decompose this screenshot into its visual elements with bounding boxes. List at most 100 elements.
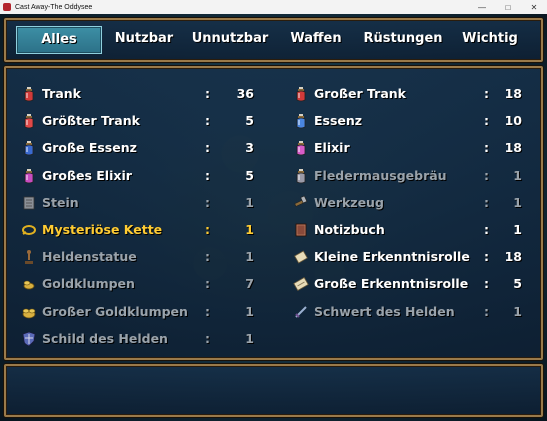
item-quantity: 1 (245, 249, 254, 265)
item-name: Trank (42, 86, 81, 101)
inventory-item[interactable]: Kleine Erkenntnisrolle:18 (293, 247, 543, 267)
item-colon: : (205, 303, 210, 319)
item-name: Großes Elixir (42, 167, 132, 183)
inventory-item[interactable]: Schild des Helden: 1 (21, 329, 271, 349)
inventory-item[interactable]: Trank: 36 (21, 84, 271, 104)
item-name: Notizbuch (314, 222, 385, 237)
small-scroll-icon (293, 249, 309, 265)
item-colon: : (484, 222, 489, 237)
gold-nugget-icon (21, 276, 37, 292)
tab-nutzbar[interactable]: Nutzbar (109, 26, 179, 52)
inventory-item[interactable]: Große Erkenntnisrolle: 5 (293, 274, 543, 294)
item-colon: : (484, 140, 489, 156)
item-quantity: 5 (245, 167, 254, 183)
inventory-item[interactable]: Große Essenz: 3 (21, 138, 271, 158)
item-quantity: 1 (513, 303, 522, 319)
inventory-item[interactable]: Großes Elixir: 5 (21, 166, 271, 186)
maximize-icon[interactable]: □ (495, 0, 521, 14)
item-colon: : (205, 167, 210, 183)
inventory-item[interactable]: Goldklumpen: 7 (21, 274, 271, 294)
tab-alles[interactable]: Alles (16, 26, 102, 54)
item-name: Mysteriöse Kette (42, 222, 163, 237)
item-colon: : (484, 276, 489, 292)
item-colon: : (205, 194, 210, 210)
item-colon: : (484, 167, 489, 183)
item-quantity: 1 (245, 303, 254, 319)
item-name: Stein (42, 194, 79, 210)
inventory-item[interactable]: Mysteriöse Kette: 1 (21, 220, 271, 240)
item-quantity: 3 (245, 140, 254, 156)
item-colon: : (484, 249, 489, 265)
large-essence-icon (21, 140, 37, 156)
inventory-item[interactable]: Heldenstatue: 1 (21, 247, 271, 267)
item-colon: : (205, 140, 210, 156)
large-scroll-icon (293, 276, 309, 292)
inventory-item[interactable]: Schwert des Helden: 1 (293, 302, 543, 322)
chain-icon (21, 222, 37, 238)
item-name: Großer Goldklumpen (42, 303, 188, 319)
greatest-potion-icon (21, 113, 37, 129)
item-quantity: 1 (513, 167, 522, 183)
inventory-item[interactable]: Größter Trank: 5 (21, 111, 271, 131)
item-name: Schwert des Helden (314, 303, 455, 319)
item-quantity: 1 (245, 222, 254, 237)
stone-tablet-icon (21, 195, 37, 211)
tab-waffen[interactable]: Waffen (282, 26, 350, 52)
help-window (4, 364, 543, 417)
item-colon: : (484, 303, 489, 319)
item-colon: : (205, 222, 210, 237)
item-quantity: 18 (504, 140, 522, 156)
tab-unnutzbar[interactable]: Unnutzbar (187, 26, 273, 52)
item-name: Großer Trank (314, 86, 406, 101)
inventory-item[interactable]: Notizbuch: 1 (293, 220, 543, 240)
item-quantity: 5 (513, 276, 522, 292)
notebook-icon (293, 222, 309, 238)
pink-elixir-icon (293, 140, 309, 156)
large-gold-nugget-icon (21, 304, 37, 320)
shield-icon (21, 331, 37, 347)
item-colon: : (205, 330, 210, 346)
item-name: Elixir (314, 140, 350, 156)
item-quantity: 5 (245, 113, 254, 129)
tab-wichtig[interactable]: Wichtig (455, 26, 525, 52)
blue-essence-icon (293, 113, 309, 129)
tool-icon (293, 195, 309, 211)
tab-ruestungen[interactable]: Rüstungen (358, 26, 448, 52)
item-colon: : (205, 249, 210, 265)
sword-icon (293, 304, 309, 320)
bat-brew-icon (293, 168, 309, 184)
item-name: Große Essenz (42, 140, 137, 156)
inventory-item[interactable]: Fledermausgebräu: 1 (293, 166, 543, 186)
item-name: Größter Trank (42, 113, 140, 129)
item-quantity: 10 (504, 113, 522, 129)
item-quantity: 1 (513, 222, 522, 237)
inventory-item[interactable]: Großer Trank:18 (293, 84, 543, 104)
inventory-item[interactable]: Großer Goldklumpen: 1 (21, 302, 271, 322)
inventory-item[interactable]: Stein: 1 (21, 193, 271, 213)
inventory-item[interactable]: Essenz:10 (293, 111, 543, 131)
item-name: Essenz (314, 113, 363, 129)
item-quantity: 36 (236, 86, 254, 101)
item-name: Fledermausgebräu (314, 167, 447, 183)
item-name: Werkzeug (314, 194, 384, 210)
large-red-potion-icon (293, 86, 309, 102)
close-icon[interactable]: ✕ (521, 0, 547, 14)
item-quantity: 18 (504, 249, 522, 265)
item-colon: : (484, 194, 489, 210)
minimize-icon[interactable]: — (469, 0, 495, 14)
item-list-panel: Trank:36 Großer Trank:18 Größter Trank:5 Es… (4, 66, 543, 360)
item-colon: : (205, 86, 210, 101)
item-colon: : (484, 86, 489, 101)
inventory-item[interactable]: Werkzeug: 1 (293, 193, 543, 213)
item-quantity: 7 (245, 276, 254, 292)
window-title: Cast Away-The Oddysee (15, 3, 93, 11)
category-tab-bar: Alles Nutzbar Unnutzbar Waffen Rüstungen… (4, 18, 543, 62)
inventory-item[interactable]: Elixir:18 (293, 138, 543, 158)
item-quantity: 1 (513, 194, 522, 210)
red-potion-icon (21, 86, 37, 102)
item-name: Goldklumpen (42, 276, 135, 292)
item-name: Schild des Helden (42, 330, 168, 346)
app-icon (3, 3, 11, 11)
item-colon: : (484, 113, 489, 129)
item-quantity: 1 (245, 194, 254, 210)
